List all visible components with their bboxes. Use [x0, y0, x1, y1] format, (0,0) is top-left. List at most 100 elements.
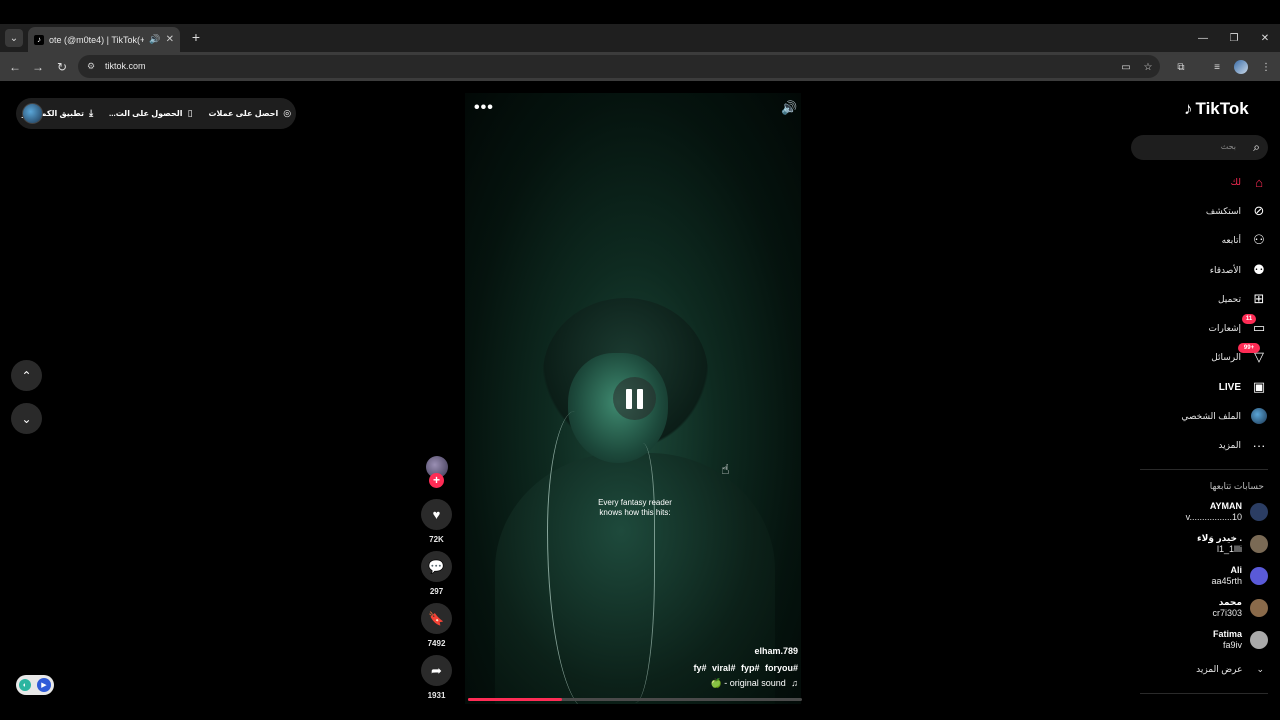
forward-icon[interactable]: → — [28, 57, 48, 77]
followed-account[interactable]: خيدر وَلاء . l1_1llli — [1150, 531, 1268, 557]
tiktok-logo[interactable]: ♪ TikTok — [1184, 99, 1249, 119]
browser-tab[interactable]: ♪ ote (@m0te4) | TikTok(+99) 🔊 ✕ — [28, 27, 180, 52]
account-avatar — [1250, 535, 1268, 553]
account-name: Ali — [1230, 565, 1242, 575]
video-music[interactable]: 🍏 - original sound ♫ — [660, 678, 798, 689]
download-icon: ⤓ — [89, 108, 94, 118]
sidebar-item-label: LIVE — [1218, 381, 1241, 393]
window-close-icon[interactable]: ✕ — [1250, 24, 1280, 52]
messages-badge: 99+ — [1238, 343, 1260, 353]
share-icon: ➦ — [431, 662, 442, 678]
upload-icon: ⊞ — [1253, 291, 1265, 306]
widget-left-icon: ◐ — [19, 679, 31, 691]
browser-tab-bar: ⌄ ♪ ote (@m0te4) | TikTok(+99) 🔊 ✕ + — ❐… — [0, 24, 1280, 52]
sidebar-item-profile[interactable]: الملف الشخصي — [1140, 405, 1268, 427]
minimize-icon[interactable]: — — [1188, 24, 1218, 52]
user-avatar[interactable] — [22, 103, 43, 124]
sidebar-item-label: الملف الشخصي — [1181, 410, 1241, 421]
comment-button[interactable]: 💬 — [421, 551, 452, 582]
sidebar-item-upload[interactable]: تحميل ⊞ — [1140, 288, 1268, 310]
get-app-button[interactable]: ▯ الحصول على الت... — [109, 108, 192, 119]
friends-icon: ⚉ — [1253, 262, 1265, 277]
tab-close-icon[interactable]: ✕ — [166, 34, 174, 45]
comment-count: 297 — [429, 587, 444, 596]
logo-text: TikTok — [1195, 99, 1249, 118]
sidebar-item-following[interactable]: أتابعه ⚇ — [1140, 229, 1268, 251]
sidebar-item-explore[interactable]: استكشف ⊘ — [1140, 200, 1268, 222]
restore-icon[interactable]: ❐ — [1219, 24, 1249, 52]
previous-video-button[interactable]: ⌃ — [11, 360, 42, 391]
see-more-button[interactable]: عرض المزيد ⌄ — [1150, 664, 1264, 675]
tab-title: ote (@m0te4) | TikTok(+99) — [49, 34, 145, 45]
video-hashtags[interactable]: fy# viral# fyp# foryou# — [660, 663, 798, 673]
more-options-icon[interactable]: ••• — [474, 99, 494, 117]
media-control-icon[interactable]: ≡ — [1210, 60, 1224, 74]
follow-plus-icon[interactable]: + — [429, 473, 444, 488]
sidebar-item-label: الرسائل — [1211, 351, 1241, 362]
followed-account[interactable]: محمد cr7i303 — [1150, 595, 1268, 621]
pause-bar — [626, 388, 632, 409]
os-top-bar — [0, 0, 1280, 24]
chevron-up-icon: ⌃ — [21, 368, 32, 383]
browser-menu-icon[interactable]: ⋮ — [1259, 60, 1273, 74]
new-tab-button[interactable]: + — [187, 28, 205, 46]
sidebar-item-label: استكشف — [1205, 205, 1241, 216]
pause-button[interactable] — [613, 377, 656, 420]
followed-account[interactable]: Fatima fa9iv — [1150, 627, 1268, 653]
reload-icon[interactable]: ↻ — [52, 57, 72, 77]
sidebar-item-live[interactable]: LIVE ▣ — [1140, 376, 1268, 398]
following-accounts-title: حسابات تتابعها — [1209, 481, 1264, 491]
following-icon: ⚇ — [1253, 232, 1265, 247]
search-input[interactable]: بحث ⌕ — [1131, 135, 1268, 160]
sidebar-divider — [1140, 693, 1268, 694]
bookmark-star-icon[interactable]: ☆ — [1141, 60, 1155, 74]
floating-widget[interactable]: ◐ ▶ — [16, 675, 54, 695]
video-caption-overlay: Every fantasy reader knows how this hits… — [588, 498, 682, 518]
home-icon: ⌂ — [1255, 174, 1263, 190]
sidebar-item-friends[interactable]: الأصدقاء ⚉ — [1140, 259, 1268, 281]
sidebar-item-messages[interactable]: الرسائل ▽ 99+ — [1140, 343, 1268, 368]
pause-bar — [637, 388, 643, 409]
see-more-label: عرض المزيد — [1196, 664, 1243, 674]
search-placeholder: بحث — [1220, 142, 1236, 151]
sidebar-item-label: لك — [1230, 176, 1241, 187]
browser-profile-avatar[interactable] — [1234, 60, 1248, 74]
account-name: Fatima — [1212, 629, 1242, 639]
browser-toolbar: ← → ↻ ⚙ tiktok.com ▭ ☆ ⧉ ≡ ⋮ — [0, 52, 1280, 81]
like-button[interactable]: ♥ — [421, 499, 452, 530]
video-author[interactable]: elham.789 — [700, 646, 798, 656]
chevron-down-icon: ⌄ — [21, 411, 32, 426]
save-count: 7492 — [427, 639, 446, 648]
followed-account[interactable]: AYMAN v.................10 — [1150, 499, 1268, 525]
sidebar-item-more[interactable]: المزيد ··· — [1140, 434, 1268, 456]
site-info-icon[interactable]: ⚙ — [87, 61, 98, 72]
sidebar-item-label: إشعارات — [1208, 322, 1241, 333]
tab-search-button[interactable]: ⌄ — [5, 29, 23, 47]
messages-icon: ▽ 99+ — [1238, 343, 1268, 366]
account-avatar — [1250, 599, 1268, 617]
cast-icon[interactable]: ▭ — [1119, 60, 1133, 74]
share-button[interactable]: ➦ — [421, 655, 452, 686]
sidebar-item-notifications[interactable]: إشعارات ▭ 11 — [1140, 314, 1268, 339]
account-username: cr7i303 — [1212, 608, 1242, 618]
get-app-label: الحصول على الت... — [109, 109, 183, 118]
back-icon[interactable]: ← — [5, 57, 25, 77]
followed-account[interactable]: Ali aa45rth — [1150, 563, 1268, 589]
volume-icon[interactable]: 🔊 — [781, 100, 797, 116]
account-username: fa9iv — [1222, 640, 1242, 650]
account-name: خيدر وَلاء . — [1197, 533, 1242, 543]
search-icon[interactable]: ⌕ — [1253, 140, 1260, 155]
profile-avatar-icon — [1250, 407, 1268, 425]
video-progress-bar[interactable] — [468, 698, 802, 701]
address-bar[interactable]: ⚙ tiktok.com — [78, 55, 1160, 78]
tab-audio-icon[interactable]: 🔊 — [149, 34, 160, 45]
save-button[interactable]: 🔖 — [421, 603, 452, 634]
sidebar-divider — [1140, 469, 1268, 470]
get-coins-button[interactable]: ◎ احصل على عملات — [209, 108, 292, 119]
live-icon: ▣ — [1252, 379, 1266, 394]
next-video-button[interactable]: ⌄ — [11, 403, 42, 434]
account-username: aa45rth — [1211, 576, 1242, 586]
music-note-icon: ♫ — [791, 678, 798, 688]
extensions-icon[interactable]: ⧉ — [1174, 60, 1188, 74]
sidebar-item-for-you[interactable]: لك ⌂ — [1140, 171, 1268, 193]
